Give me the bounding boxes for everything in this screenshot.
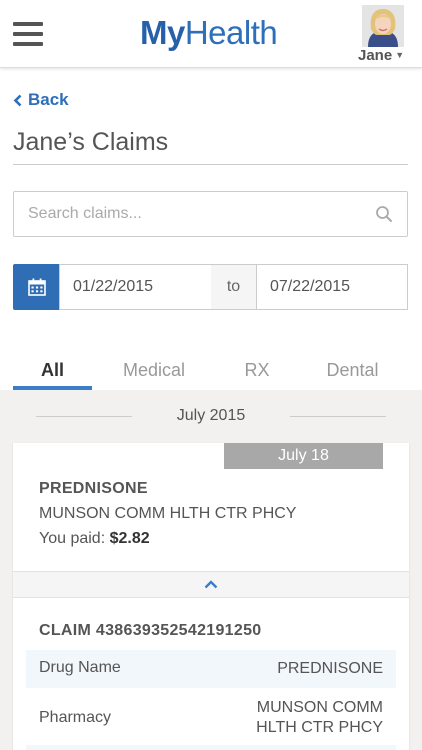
app-header: MyHealth Jane ▼ <box>0 0 422 68</box>
caret-down-icon: ▼ <box>395 50 405 60</box>
app-logo: MyHealth <box>140 14 278 51</box>
date-range-filter: 01/22/2015 to 07/22/2015 <box>13 264 408 310</box>
end-date-field[interactable]: 07/22/2015 <box>256 264 408 310</box>
back-link[interactable]: Back <box>13 90 69 110</box>
tab-dental[interactable]: Dental <box>314 352 391 390</box>
claim-type-tabs: All Medical RX Dental <box>0 352 422 392</box>
calendar-icon <box>27 278 46 296</box>
detail-row-drug-name: Drug Name PREDNISONE <box>26 650 396 688</box>
back-label: Back <box>28 90 69 109</box>
detail-value: PREDNISONE <box>277 660 383 677</box>
detail-value: MUNSON COMM HLTH CTR PHCY <box>256 699 383 736</box>
month-label: July 2015 <box>176 407 246 424</box>
tab-all[interactable]: All <box>13 352 92 390</box>
user-avatar[interactable] <box>362 5 404 47</box>
collapse-details-button[interactable] <box>13 571 409 598</box>
calendar-button[interactable] <box>13 264 60 310</box>
date-range-separator: to <box>211 264 256 310</box>
claim-number: CLAIM 438639352542191250 <box>39 622 262 639</box>
page-title: Jane’s Claims <box>13 128 169 156</box>
search-icon[interactable] <box>375 205 393 223</box>
claim-card[interactable]: July 18 PREDNISONE MUNSON COMM HLTH CTR … <box>13 443 409 750</box>
search-input[interactable] <box>28 192 368 236</box>
chevron-left-icon <box>13 94 22 106</box>
user-menu-toggle[interactable]: Jane ▼ <box>358 47 404 64</box>
tab-rx[interactable]: RX <box>222 352 292 390</box>
claim-pharmacy: MUNSON COMM HLTH CTR PHCY <box>39 505 297 522</box>
chevron-up-icon <box>204 580 218 589</box>
paid-amount: $2.82 <box>109 530 150 547</box>
detail-row-pharmacy: Pharmacy MUNSON COMM HLTH CTR PHCY <box>26 695 396 743</box>
claim-drug-name: PREDNISONE <box>39 480 148 497</box>
detail-key: Pharmacy <box>39 709 112 726</box>
detail-key: Drug Name <box>39 659 121 676</box>
month-separator: July 2015 <box>0 404 422 428</box>
tab-medical[interactable]: Medical <box>108 352 200 390</box>
claim-date-badge: July 18 <box>224 443 383 469</box>
start-date-field[interactable]: 01/22/2015 <box>59 264 212 310</box>
menu-icon[interactable] <box>13 22 43 46</box>
claim-paid: You paid: $2.82 <box>39 530 150 547</box>
detail-row <box>26 745 396 750</box>
search-box <box>13 191 408 237</box>
title-divider <box>13 164 408 165</box>
